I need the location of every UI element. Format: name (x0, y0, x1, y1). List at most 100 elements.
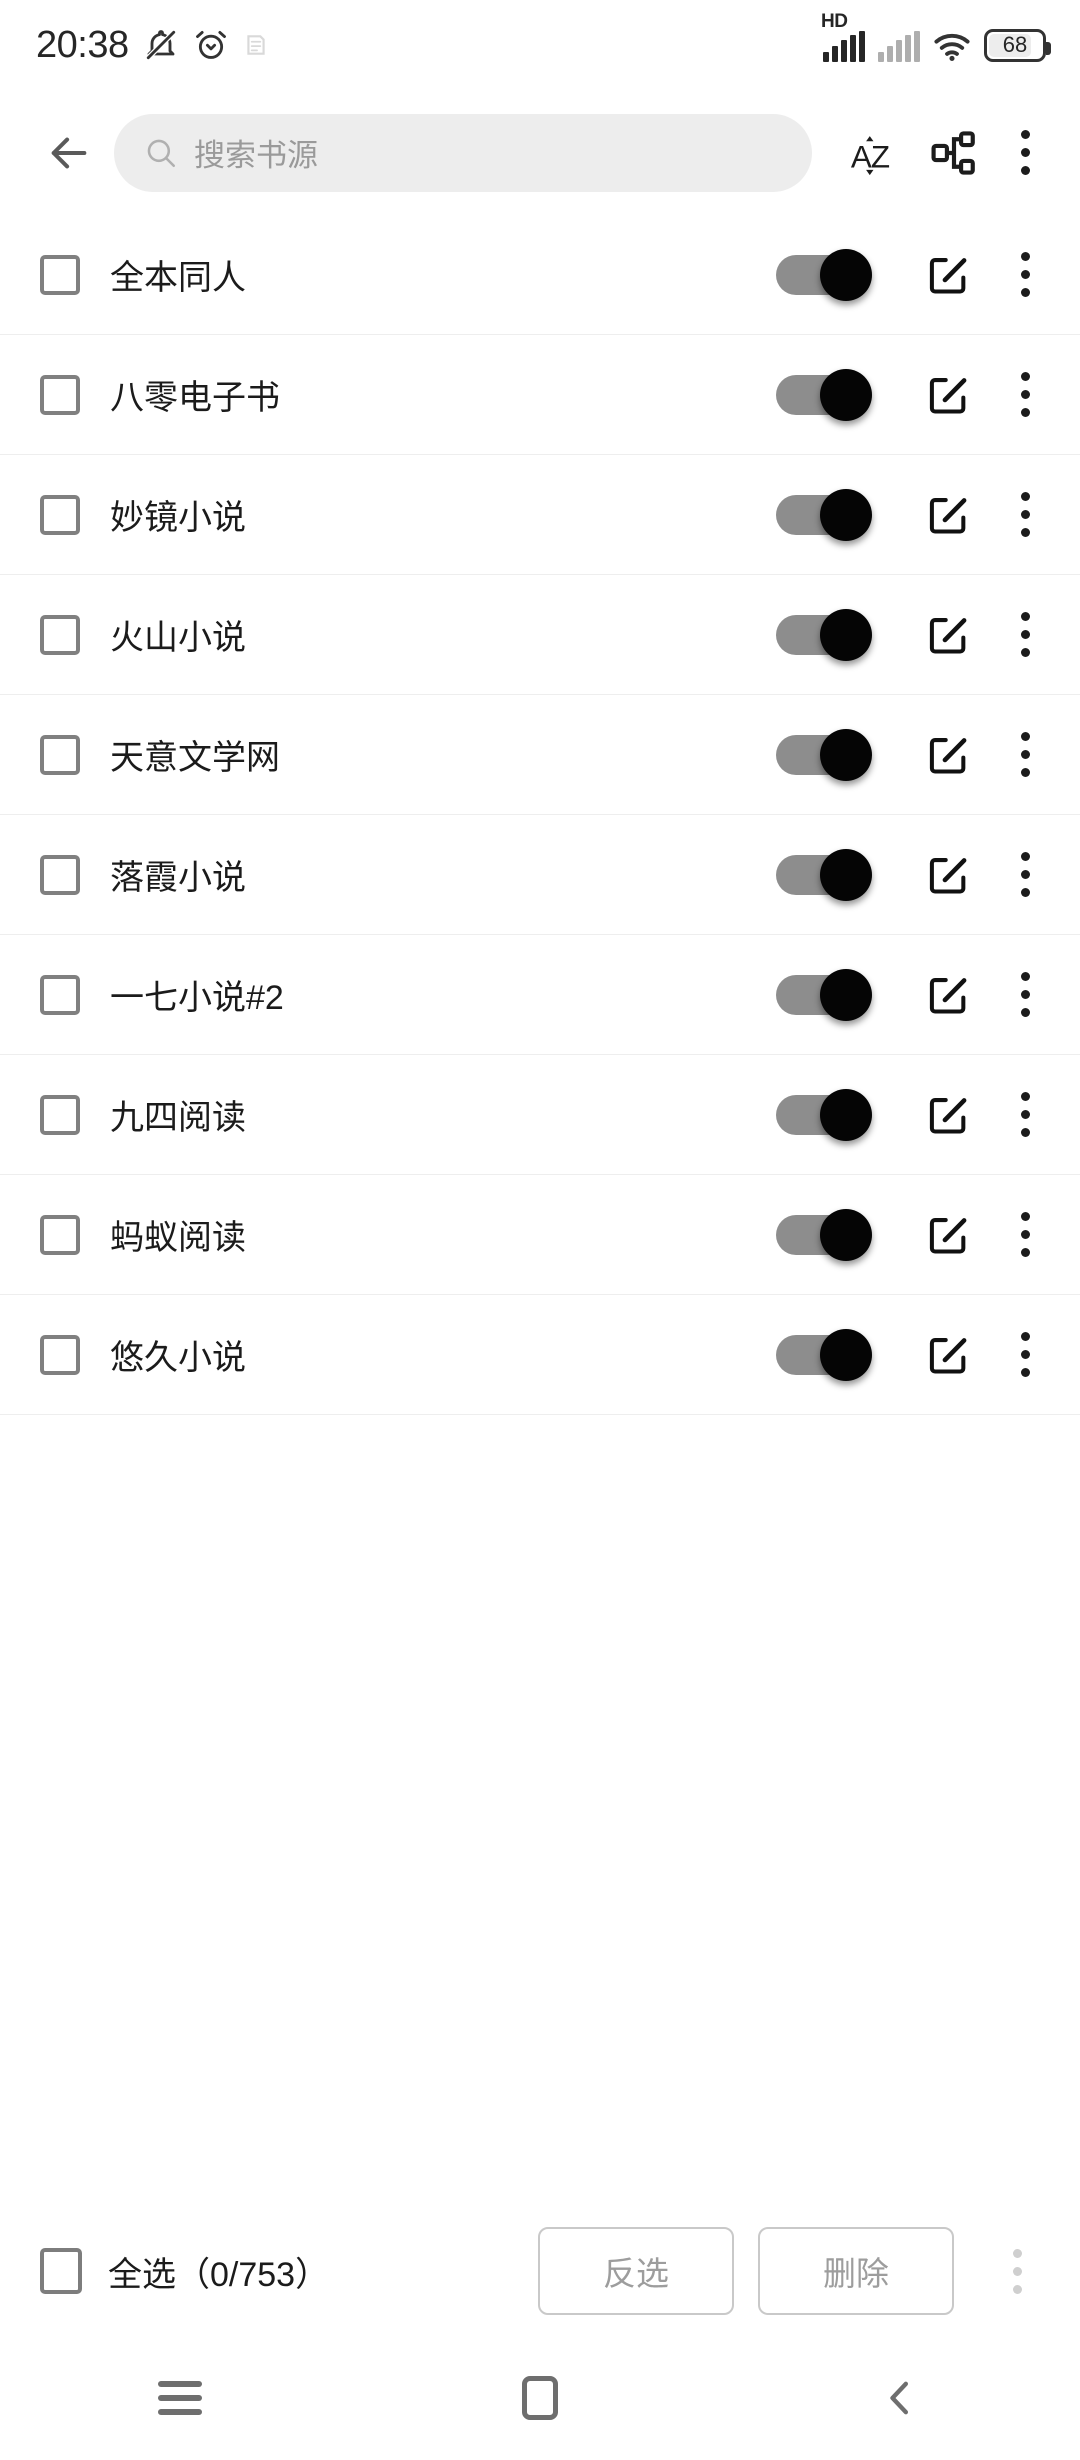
row-checkbox[interactable] (40, 854, 80, 895)
home-button[interactable] (465, 2348, 615, 2448)
app-bar-overflow-button[interactable] (996, 121, 1054, 185)
row-overflow-button[interactable] (996, 1083, 1054, 1147)
delete-button[interactable]: 删除 (758, 2227, 954, 2315)
nav-back-icon (890, 2381, 908, 2414)
table-row[interactable]: 八零电子书 (0, 335, 1080, 455)
overflow-dot (1012, 2248, 1022, 2258)
enable-toggle[interactable] (776, 488, 872, 541)
toggle-thumb (820, 1328, 872, 1381)
source-name-label: 火山小说 (110, 619, 246, 657)
overflow-dot (1020, 528, 1030, 537)
table-row[interactable]: 九四阅读 (0, 1055, 1080, 1175)
toggle-thumb (820, 608, 872, 661)
edit-button[interactable] (910, 837, 986, 913)
row-checkbox[interactable] (40, 254, 80, 295)
overflow-dot (1020, 888, 1030, 897)
overflow-dot (1020, 1212, 1030, 1221)
row-checkbox[interactable] (40, 974, 80, 1015)
enable-toggle[interactable] (776, 608, 872, 661)
table-row[interactable]: 全本同人 (0, 215, 1080, 335)
overflow-dot (1020, 1332, 1030, 1341)
app-bar: 搜索书源 A Z (0, 90, 1080, 215)
row-checkbox[interactable] (40, 614, 80, 655)
status-bar: 20:38 HD 68 (0, 0, 1080, 90)
status-bar-left: 20:38 (36, 24, 269, 67)
edit-button[interactable] (910, 957, 986, 1033)
recents-menu-icon (158, 2380, 202, 2415)
select-all-checkbox[interactable] (40, 2248, 82, 2294)
enable-toggle[interactable] (776, 368, 872, 421)
row-overflow-button[interactable] (996, 603, 1054, 667)
enable-toggle[interactable] (776, 728, 872, 781)
row-checkbox[interactable] (40, 1334, 80, 1375)
toggle-thumb (820, 488, 872, 541)
table-row[interactable]: 蚂蚁阅读 (0, 1175, 1080, 1295)
overflow-dot (1020, 1248, 1030, 1257)
status-bar-right: HD 68 (821, 11, 1051, 62)
enable-toggle[interactable] (776, 848, 872, 901)
group-button[interactable] (912, 111, 996, 195)
row-checkbox[interactable] (40, 374, 80, 415)
edit-pencil-icon (929, 857, 967, 893)
edit-button[interactable] (910, 717, 986, 793)
toggle-thumb (820, 1208, 872, 1261)
edit-button[interactable] (910, 1077, 986, 1153)
toggle-thumb (820, 848, 872, 901)
toggle-thumb (820, 1088, 872, 1141)
edit-button[interactable] (910, 237, 986, 313)
row-overflow-button[interactable] (996, 483, 1054, 547)
overflow-dot (1020, 1110, 1030, 1119)
row-checkbox[interactable] (40, 734, 80, 775)
edit-button[interactable] (910, 357, 986, 433)
source-name-label: 一七小说#2 (110, 979, 284, 1017)
enable-toggle[interactable] (776, 1328, 872, 1381)
overflow-dot (1020, 1350, 1030, 1359)
enable-toggle[interactable] (776, 1088, 872, 1141)
overflow-dot (1020, 408, 1030, 417)
nav-back-button[interactable] (825, 2348, 975, 2448)
table-row[interactable]: 一七小说#2 (0, 935, 1080, 1055)
table-row[interactable]: 落霞小说 (0, 815, 1080, 935)
overflow-dot (1012, 2266, 1022, 2276)
overflow-dot (1020, 852, 1030, 861)
signal-bars-icon (823, 30, 865, 62)
select-all-control[interactable]: 全选（0/753） (40, 2247, 329, 2296)
table-row[interactable]: 天意文学网 (0, 695, 1080, 815)
signal-primary: HD (821, 11, 865, 62)
row-overflow-button[interactable] (996, 1203, 1054, 1267)
edit-button[interactable] (910, 597, 986, 673)
source-name-label: 全本同人 (110, 259, 246, 297)
row-checkbox[interactable] (40, 494, 80, 535)
table-row[interactable]: 悠久小说 (0, 1295, 1080, 1415)
table-row[interactable]: 妙镜小说 (0, 455, 1080, 575)
row-overflow-button[interactable] (996, 723, 1054, 787)
action-bar-overflow-button[interactable] (988, 2239, 1046, 2303)
edit-button[interactable] (910, 477, 986, 553)
row-overflow-button[interactable] (996, 363, 1054, 427)
row-overflow-button[interactable] (996, 963, 1054, 1027)
overflow-dot (1020, 372, 1030, 381)
search-input[interactable]: 搜索书源 (194, 130, 318, 175)
enable-toggle[interactable] (776, 968, 872, 1021)
overflow-dot (1020, 630, 1030, 639)
recents-button[interactable] (105, 2348, 255, 2448)
row-overflow-button[interactable] (996, 1323, 1054, 1387)
row-overflow-button[interactable] (996, 243, 1054, 307)
edit-button[interactable] (910, 1317, 986, 1393)
edit-pencil-icon (929, 737, 967, 773)
table-row[interactable]: 火山小说 (0, 575, 1080, 695)
sort-button[interactable]: A Z (828, 111, 912, 195)
back-arrow-icon (51, 137, 87, 168)
row-overflow-button[interactable] (996, 843, 1054, 907)
enable-toggle[interactable] (776, 1208, 872, 1261)
edit-pencil-icon (929, 377, 967, 413)
row-checkbox[interactable] (40, 1094, 80, 1135)
back-button[interactable] (30, 114, 108, 192)
edit-button[interactable] (910, 1197, 986, 1273)
faint-status-icon (246, 35, 265, 55)
overflow-dot (1020, 148, 1030, 157)
enable-toggle[interactable] (776, 248, 872, 301)
invert-selection-button[interactable]: 反选 (538, 2227, 734, 2315)
search-field[interactable]: 搜索书源 (114, 113, 812, 192)
row-checkbox[interactable] (40, 1214, 80, 1255)
